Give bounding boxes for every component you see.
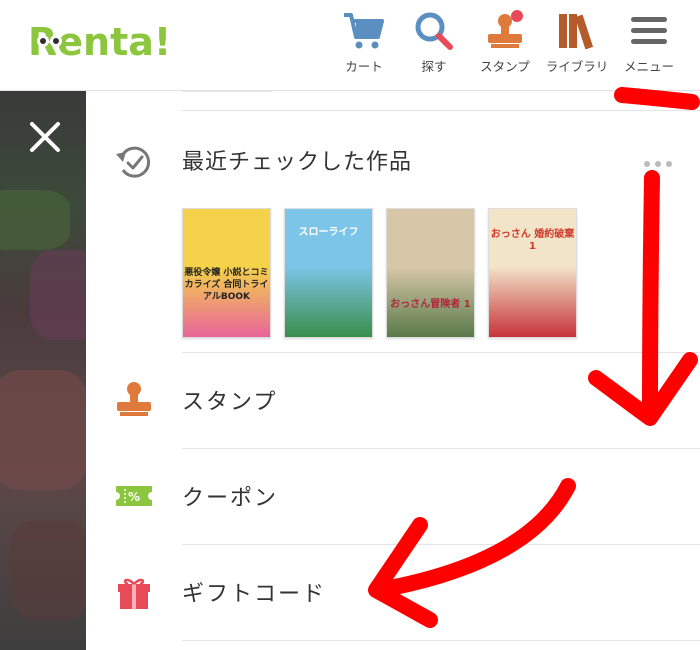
gift-icon [114, 572, 154, 612]
cart-icon [336, 8, 392, 54]
close-icon [30, 122, 60, 152]
recent-section-title: 最近チェックした作品 [182, 150, 413, 175]
backdrop-blob [0, 370, 86, 490]
book-cover[interactable]: 悪役令嬢 小説とコミカライズ 合同トライアルBOOK [182, 208, 271, 338]
recent-section-header: 最近チェックした作品 [86, 124, 700, 194]
book-cover[interactable]: おっさん冒険者 1 [386, 208, 475, 338]
svg-text:%: % [128, 490, 140, 504]
menu-item-label: スタンプ [182, 390, 278, 415]
nav-cart-label: カート [345, 59, 383, 74]
nav-stamp-label: スタンプ [480, 59, 530, 74]
more-options-icon[interactable] [644, 152, 678, 167]
close-drawer-button[interactable] [26, 118, 64, 156]
cover-title: おっさん冒険者 1 [390, 299, 471, 310]
backdrop-blob [10, 520, 86, 620]
coupon-icon: % [114, 476, 154, 516]
divider [182, 110, 700, 111]
nav-search-label: 探す [421, 59, 447, 74]
nav-menu-button[interactable]: メニュー [608, 8, 690, 82]
nav-menu-label: メニュー [623, 59, 674, 74]
renta-logo[interactable]: Renta! [28, 18, 171, 66]
cover-title: スローライフ [298, 227, 359, 238]
menu-icon [621, 8, 677, 54]
cover-title: 悪役令嬢 小説とコミカライズ 合同トライアルBOOK [184, 268, 269, 302]
recent-covers-list: 悪役令嬢 小説とコミカライズ 合同トライアルBOOK スローライフ おっさん冒険… [182, 208, 577, 338]
backdrop-blob [0, 190, 70, 250]
menu-item-label: クーポン [182, 486, 279, 511]
nav-library-button[interactable]: ライブラリ [536, 8, 618, 82]
nav-library-label: ライブラリ [545, 59, 609, 74]
menu-item-label: ギフトコード [182, 582, 327, 607]
logo-eye-icon [50, 35, 62, 47]
search-icon [406, 8, 462, 54]
menu-item-stamp[interactable]: スタンプ [86, 352, 700, 448]
cover-title: おっさん 婚約破棄 1 [490, 229, 575, 252]
app-header: Renta! カート 探す スタンプ ライブラリ メニュー [0, 0, 700, 91]
notification-badge [511, 10, 523, 22]
menu-item-coupon[interactable]: % クーポン [86, 448, 700, 544]
library-icon [549, 8, 605, 54]
divider [182, 640, 700, 641]
book-cover[interactable]: スローライフ [284, 208, 373, 338]
menu-drawer: 最近チェックした作品 悪役令嬢 小説とコミカライズ 合同トライアルBOOK スロ… [86, 90, 700, 650]
stamp-icon [114, 380, 154, 420]
nav-stamp-button[interactable]: スタンプ [464, 8, 546, 82]
history-icon [114, 142, 154, 182]
stamp-icon [477, 8, 533, 54]
backdrop-blob [30, 250, 86, 340]
menu-item-gift-code[interactable]: ギフトコード [86, 544, 700, 640]
book-cover[interactable]: おっさん 婚約破棄 1 [488, 208, 577, 338]
dimmed-backdrop[interactable] [0, 90, 86, 650]
logo-eye-icon [37, 35, 49, 47]
nav-search-button[interactable]: 探す [393, 8, 475, 82]
